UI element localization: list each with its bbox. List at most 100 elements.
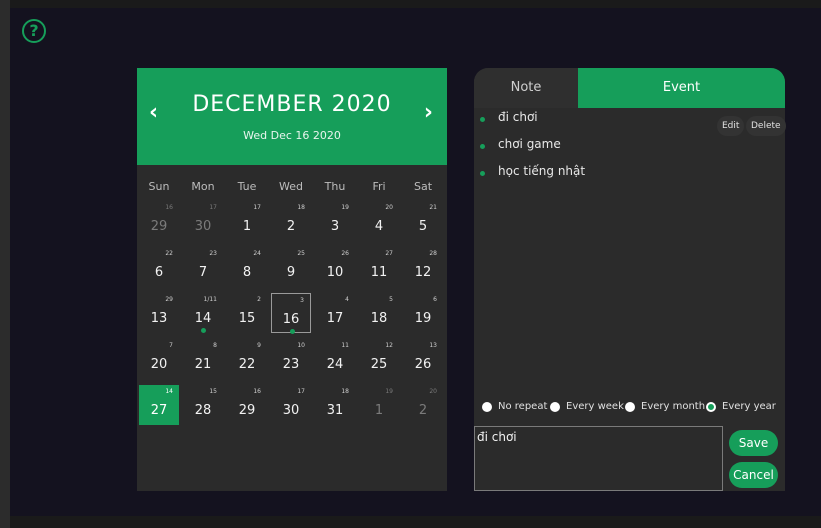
weekday-label: Sat <box>413 180 433 193</box>
day-cell[interactable]: 13 26 <box>403 339 443 379</box>
day-number: 18 <box>370 311 388 326</box>
window-top-edge <box>10 0 821 8</box>
day-cell-selected[interactable]: 3 16 <box>271 293 311 334</box>
repeat-label: Every week <box>566 401 624 412</box>
lunar-date: 17 <box>209 204 217 211</box>
day-cell[interactable]: 18 2 <box>271 201 311 241</box>
lunar-date: 17 <box>253 204 261 211</box>
day-number: 14 <box>194 311 212 326</box>
day-number: 4 <box>374 219 384 234</box>
day-cell[interactable]: 215 <box>403 201 443 241</box>
day-cell[interactable]: 27 11 <box>359 247 399 287</box>
radio-icon <box>482 402 492 412</box>
event-item[interactable]: học tiếng nhật <box>474 164 785 184</box>
chevron-right-icon[interactable]: › <box>424 100 433 125</box>
day-number: 29 <box>150 219 168 234</box>
event-dot-icon <box>480 117 485 122</box>
day-cell[interactable]: 28 12 <box>403 247 443 287</box>
day-cell[interactable]: 19 3 <box>315 201 355 241</box>
event-item[interactable]: chơi game <box>474 137 785 157</box>
day-cell[interactable]: 11 24 <box>315 339 355 379</box>
day-number: 7 <box>198 265 208 280</box>
window-left-edge <box>0 0 10 528</box>
delete-button[interactable]: Delete <box>746 116 786 136</box>
save-button[interactable]: Save <box>729 430 778 456</box>
day-number: 10 <box>326 265 344 280</box>
day-number: 21 <box>194 357 212 372</box>
day-number: 2 <box>286 219 296 234</box>
day-cell[interactable]: 20 2 <box>403 385 443 425</box>
lunar-date: 4 <box>345 296 349 303</box>
day-cell[interactable]: 1/11 14 <box>183 293 223 333</box>
question-circle-icon[interactable]: ? <box>22 19 46 43</box>
day-cell[interactable]: 17 30 <box>183 201 223 241</box>
radio-icon <box>550 402 560 412</box>
lunar-date: 12 <box>385 342 393 349</box>
day-number: 1 <box>374 403 384 418</box>
lunar-date: 5 <box>389 296 393 303</box>
day-number: 2 <box>418 403 428 418</box>
repeat-label: Every month <box>641 401 706 412</box>
tab-note[interactable]: Note <box>474 68 578 108</box>
day-cell[interactable]: 8 21 <box>183 339 223 379</box>
day-cell-today[interactable]: 14 27 <box>139 385 179 425</box>
event-dot-icon <box>480 171 485 176</box>
month-title: DECEMBER 2020 <box>192 92 392 117</box>
lunar-date: 16 <box>165 204 173 211</box>
day-cell[interactable]: 26 10 <box>315 247 355 287</box>
day-cell[interactable]: 5 18 <box>359 293 399 333</box>
day-cell[interactable]: 15 28 <box>183 385 223 425</box>
weekday-label: Mon <box>191 180 215 193</box>
day-cell[interactable]: 19 1 <box>359 385 399 425</box>
day-cell[interactable]: 9 22 <box>227 339 267 379</box>
day-cell[interactable]: 17 1 <box>227 201 267 241</box>
lunar-date: 6 <box>433 296 437 303</box>
lunar-date: 23 <box>209 250 217 257</box>
lunar-date: 19 <box>385 388 393 395</box>
event-text-input[interactable]: đi chơi <box>474 426 723 491</box>
day-cell[interactable]: 22 6 <box>139 247 179 287</box>
weekday-label: Fri <box>372 180 386 193</box>
day-number: 30 <box>282 403 300 418</box>
lunar-date: 8 <box>213 342 217 349</box>
day-number: 31 <box>326 403 344 418</box>
calendar: ‹ DECEMBER 2020 Wed Dec 16 2020 › Sun Mon… <box>137 68 447 491</box>
day-cell[interactable]: 29 13 <box>139 293 179 333</box>
lunar-date: 21 <box>429 204 437 211</box>
day-cell[interactable]: 4 17 <box>315 293 355 333</box>
day-cell[interactable]: 17 30 <box>271 385 311 425</box>
day-number: 13 <box>150 311 168 326</box>
day-cell[interactable]: 18 31 <box>315 385 355 425</box>
day-number: 26 <box>414 357 432 372</box>
lunar-date: 1/11 <box>203 296 217 303</box>
radio-icon <box>625 402 635 412</box>
day-cell[interactable]: 25 9 <box>271 247 311 287</box>
day-number: 28 <box>194 403 212 418</box>
cancel-button[interactable]: Cancel <box>729 462 778 488</box>
tab-event[interactable]: Event <box>578 68 785 108</box>
day-number: 23 <box>282 357 300 372</box>
edit-button[interactable]: Edit <box>717 116 745 136</box>
event-label: học tiếng nhật <box>498 164 586 178</box>
day-number: 17 <box>326 311 344 326</box>
day-cell[interactable]: 7 20 <box>139 339 179 379</box>
day-cell[interactable]: 16 29 <box>139 201 179 241</box>
lunar-date: 24 <box>253 250 261 257</box>
day-cell[interactable]: 10 23 <box>271 339 311 379</box>
day-cell[interactable]: 23 7 <box>183 247 223 287</box>
lunar-date: 29 <box>165 296 173 303</box>
day-cell[interactable]: 12 25 <box>359 339 399 379</box>
day-cell[interactable]: 16 29 <box>227 385 267 425</box>
day-cell[interactable]: 215 <box>227 293 267 333</box>
day-cell[interactable]: 24 8 <box>227 247 267 287</box>
radio-checked-icon <box>706 402 716 412</box>
day-cell[interactable]: 20 4 <box>359 201 399 241</box>
day-cell[interactable]: 6 19 <box>403 293 443 333</box>
day-number: 24 <box>326 357 344 372</box>
day-number: 20 <box>150 357 168 372</box>
lunar-date: 11 <box>341 342 349 349</box>
lunar-date: 13 <box>429 342 437 349</box>
repeat-label: No repeat <box>498 401 548 412</box>
day-number: 12 <box>414 265 432 280</box>
day-number: 30 <box>194 219 212 234</box>
